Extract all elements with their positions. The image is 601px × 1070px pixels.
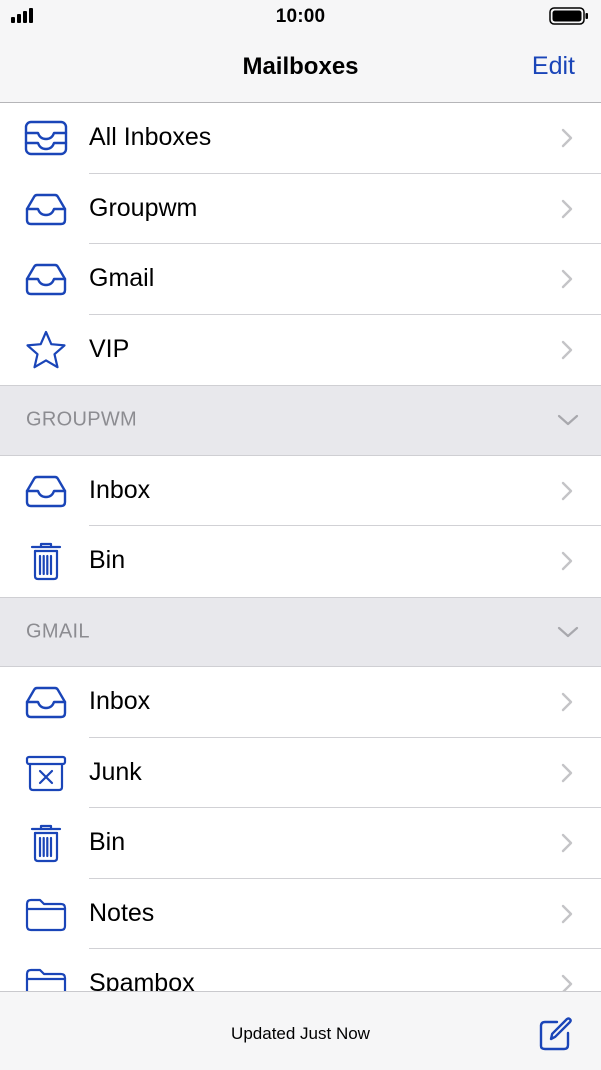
- folder-icon: [23, 894, 69, 934]
- chevron-right-icon: [561, 199, 573, 218]
- mailbox-row-vip[interactable]: VIP: [0, 315, 601, 386]
- chevron-right-icon: [561, 481, 573, 500]
- all-inboxes-icon: [23, 118, 69, 158]
- status-time: 10:00: [275, 6, 326, 27]
- mailbox-label: Junk: [89, 757, 142, 786]
- status-bar: 10:00: [0, 0, 601, 34]
- navigation-bar: Mailboxes Edit: [0, 34, 601, 103]
- mailbox-label: Inbox: [89, 687, 151, 716]
- battery-icon: [549, 7, 588, 25]
- trash-icon: [23, 823, 69, 863]
- inbox-tray-icon: [23, 471, 69, 511]
- mailbox-label: All Inboxes: [89, 123, 212, 152]
- edit-button[interactable]: Edit: [532, 52, 575, 81]
- chevron-right-icon: [561, 763, 573, 782]
- bottom-toolbar: Updated Just Now: [0, 991, 601, 1070]
- chevron-right-icon: [561, 834, 573, 853]
- section-title: GMAIL: [26, 620, 90, 643]
- mailbox-row-gmail-junk[interactable]: Junk: [0, 738, 601, 808]
- inbox-tray-icon: [23, 682, 69, 722]
- update-status: Updated Just Now: [231, 1024, 370, 1043]
- chevron-down-icon[interactable]: [557, 626, 579, 638]
- chevron-right-icon: [561, 693, 573, 712]
- chevron-right-icon: [561, 129, 573, 148]
- inbox-tray-icon: [23, 189, 69, 229]
- chevron-down-icon[interactable]: [557, 414, 579, 426]
- mailbox-row-groupwm-inbox[interactable]: Inbox: [0, 456, 601, 526]
- chevron-right-icon: [561, 552, 573, 571]
- mailbox-label: Gmail: [89, 264, 155, 293]
- inbox-tray-icon: [23, 259, 69, 299]
- mailbox-label: Spambox: [89, 969, 195, 991]
- mailbox-list: All Inboxes Groupwm Gmail VIP GROUPWM In…: [0, 103, 601, 991]
- star-icon: [23, 330, 69, 370]
- mailbox-label: VIP: [89, 334, 130, 363]
- mailbox-row-gmail-notes[interactable]: Notes: [0, 879, 601, 949]
- chevron-right-icon: [561, 904, 573, 923]
- chevron-right-icon: [561, 340, 573, 359]
- mailbox-row-gmail-spambox[interactable]: Spambox: [0, 949, 601, 991]
- section-header-groupwm[interactable]: GROUPWM: [0, 385, 601, 456]
- mailbox-row-groupwm[interactable]: Groupwm: [0, 174, 601, 244]
- page-title: Mailboxes: [242, 53, 359, 80]
- mailbox-label: Inbox: [89, 475, 151, 504]
- compose-icon[interactable]: [537, 1016, 573, 1052]
- mailbox-label: Groupwm: [89, 193, 198, 222]
- trash-icon: [23, 541, 69, 581]
- chevron-right-icon: [561, 975, 573, 991]
- folder-icon: [23, 964, 69, 991]
- mailbox-row-gmail-bin[interactable]: Bin: [0, 808, 601, 879]
- junk-icon: [23, 753, 69, 793]
- mailbox-row-gmail-inbox[interactable]: Inbox: [0, 667, 601, 738]
- mailbox-row-groupwm-bin[interactable]: Bin: [0, 526, 601, 597]
- section-title: GROUPWM: [26, 408, 137, 431]
- section-header-gmail[interactable]: GMAIL: [0, 596, 601, 667]
- mailbox-row-gmail[interactable]: Gmail: [0, 244, 601, 315]
- mailbox-label: Bin: [89, 546, 126, 575]
- mailbox-row-all-inboxes[interactable]: All Inboxes: [0, 103, 601, 174]
- mailbox-label: Notes: [89, 898, 155, 927]
- mailbox-label: Bin: [89, 828, 126, 857]
- chevron-right-icon: [561, 270, 573, 289]
